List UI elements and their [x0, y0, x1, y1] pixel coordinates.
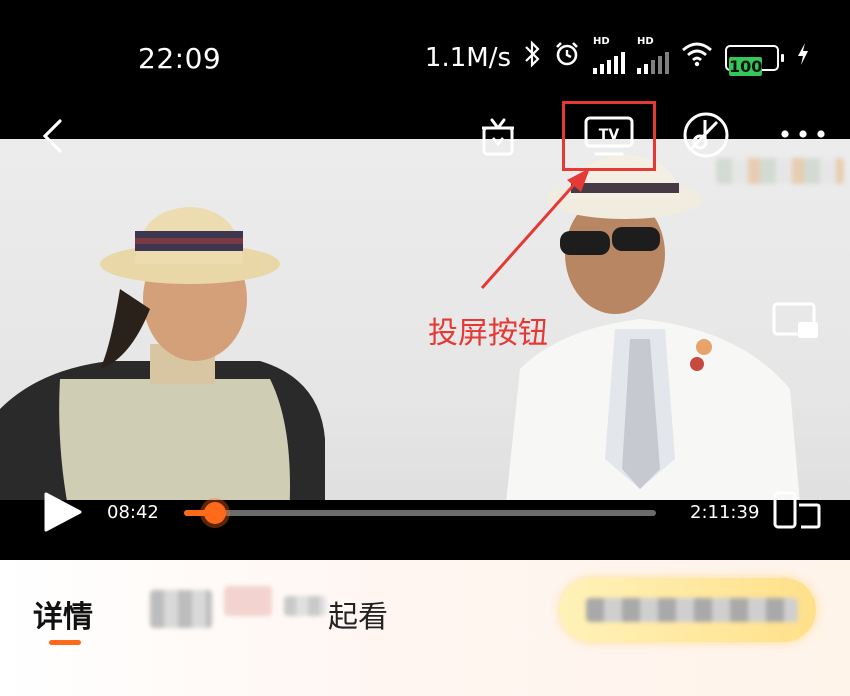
annotation-label: 投屏按钮 — [428, 316, 548, 351]
network-speed: 1.1M/s — [424, 42, 511, 73]
watermark — [716, 158, 844, 184]
audio-mode-icon[interactable] — [680, 110, 732, 160]
wifi-icon — [681, 41, 713, 74]
signal-hd-label-2: HD — [637, 35, 654, 47]
total-time: 2:11:39 — [690, 502, 760, 523]
annotation-highlight-box — [562, 101, 656, 171]
gift-icon[interactable] — [474, 112, 522, 160]
more-options-icon[interactable] — [778, 122, 828, 146]
blurred-promo-text — [586, 598, 798, 622]
tab-details-indicator — [49, 640, 81, 645]
back-button[interactable] — [34, 115, 70, 157]
blurred-tab-text-2 — [224, 586, 272, 616]
progress-thumb[interactable] — [204, 502, 227, 524]
play-button[interactable] — [38, 490, 86, 534]
signal-hd-label: HD — [593, 35, 610, 47]
status-time: 22:09 — [138, 42, 222, 75]
tab-watch-together[interactable]: 起看 — [328, 592, 388, 636]
alarm-icon — [553, 40, 581, 75]
picture-in-picture-icon[interactable] — [770, 301, 822, 341]
signal-strength-icon-2: HD — [637, 36, 669, 74]
video-player[interactable] — [0, 139, 850, 560]
tab-details[interactable]: 详情 — [33, 592, 93, 636]
video-scene — [0, 155, 805, 560]
bluetooth-icon — [523, 40, 541, 75]
current-time: 08:42 — [107, 502, 159, 523]
status-indicators: 1.1M/s HD HD 100 — [424, 36, 810, 76]
status-bar: 22:09 1.1M/s HD HD 100 — [0, 0, 850, 115]
signal-strength-icon: HD — [593, 36, 625, 74]
charging-icon — [796, 42, 810, 73]
blurred-tab-text — [150, 590, 212, 628]
battery-icon: 100 — [725, 44, 784, 76]
progress-bar[interactable] — [184, 502, 656, 524]
blurred-tab-text-3 — [284, 596, 326, 616]
battery-level: 100 — [729, 56, 763, 76]
rotate-fullscreen-icon[interactable] — [770, 490, 824, 532]
